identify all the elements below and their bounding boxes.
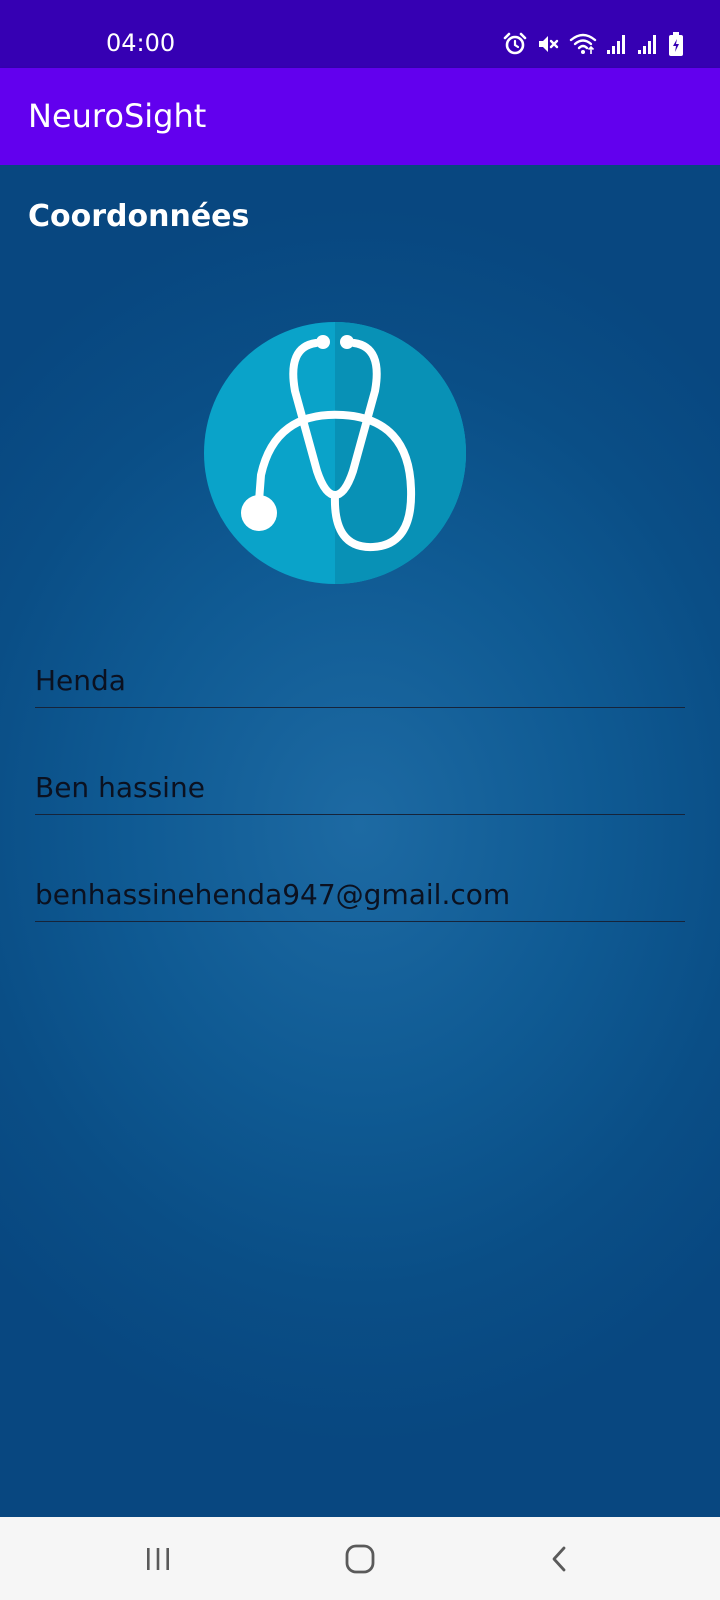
- section-title: Coordonnées: [28, 199, 250, 234]
- signal-icon: [638, 35, 656, 54]
- first-name-value: Henda: [35, 664, 126, 697]
- email-field[interactable]: benhassinehenda947@gmail.com: [35, 871, 685, 922]
- first-name-field[interactable]: Henda: [35, 657, 685, 708]
- app-title: NeuroSight: [28, 97, 207, 135]
- last-name-value: Ben hassine: [35, 771, 205, 804]
- back-button[interactable]: [500, 1517, 620, 1600]
- status-time: 04:00: [106, 29, 176, 57]
- recents-icon: [147, 1547, 169, 1570]
- app-bar: NeuroSight: [0, 68, 720, 165]
- recents-button[interactable]: [98, 1517, 218, 1600]
- home-button[interactable]: [300, 1517, 420, 1600]
- status-bar: 04:00: [0, 0, 720, 68]
- signal-icon: [607, 35, 625, 54]
- mute-icon: [539, 36, 559, 52]
- email-value: benhassinehenda947@gmail.com: [35, 878, 511, 911]
- last-name-field[interactable]: Ben hassine: [35, 764, 685, 815]
- battery-charging-icon: [669, 32, 683, 56]
- content-area: Coordonnées Henda Ben hassine benhassine…: [0, 165, 720, 1517]
- screen: 04:00 NeuroSight Coordonnées Henda Ben h…: [0, 0, 720, 1600]
- status-icons: [503, 30, 684, 58]
- stethoscope-icon: [204, 322, 466, 584]
- home-icon: [345, 1544, 375, 1573]
- back-icon: [552, 1546, 566, 1571]
- wifi-icon: [569, 33, 597, 54]
- alarm-icon: [503, 32, 527, 55]
- navigation-bar: [0, 1517, 720, 1600]
